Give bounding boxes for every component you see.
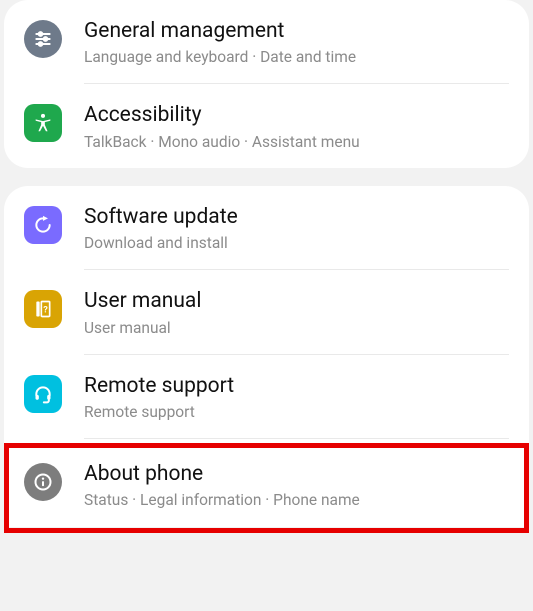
general-management-row[interactable]: General management Language and keyboard… xyxy=(4,0,529,83)
user-manual-row[interactable]: ? User manual User manual xyxy=(4,270,529,353)
remote-support-row[interactable]: Remote support Remote support xyxy=(4,355,529,438)
divider xyxy=(84,438,509,439)
settings-group-1: General management Language and keyboard… xyxy=(4,0,529,168)
settings-group-2: Software update Download and install ? U… xyxy=(4,186,529,443)
svg-text:?: ? xyxy=(43,306,48,316)
row-subtitle: TalkBack · Mono audio · Assistant menu xyxy=(84,132,509,152)
row-title: Software update xyxy=(84,204,509,231)
row-subtitle: Status · Legal information · Phone name xyxy=(84,490,509,510)
row-subtitle: Remote support xyxy=(84,402,509,422)
accessibility-icon xyxy=(24,104,62,142)
row-title: Remote support xyxy=(84,373,509,400)
info-icon xyxy=(24,463,62,501)
headset-icon xyxy=(24,375,62,413)
sliders-icon xyxy=(24,20,62,58)
row-subtitle: Language and keyboard · Date and time xyxy=(84,47,509,67)
book-help-icon: ? xyxy=(24,290,62,328)
refresh-icon xyxy=(24,206,62,244)
row-title: About phone xyxy=(84,461,509,488)
text-column: Software update Download and install xyxy=(84,204,509,253)
text-column: User manual User manual xyxy=(84,288,509,337)
software-update-row[interactable]: Software update Download and install xyxy=(4,186,529,269)
about-phone-row[interactable]: About phone Status · Legal information ·… xyxy=(4,443,529,526)
row-title: User manual xyxy=(84,288,509,315)
row-title: General management xyxy=(84,18,509,45)
text-column: Remote support Remote support xyxy=(84,373,509,422)
row-title: Accessibility xyxy=(84,102,509,129)
text-column: General management Language and keyboard… xyxy=(84,18,509,67)
text-column: Accessibility TalkBack · Mono audio · As… xyxy=(84,102,509,151)
about-phone-container: About phone Status · Legal information ·… xyxy=(4,443,529,526)
about-phone-highlight: About phone Status · Legal information ·… xyxy=(4,443,529,532)
row-subtitle: User manual xyxy=(84,318,509,338)
text-column: About phone Status · Legal information ·… xyxy=(84,461,509,510)
accessibility-row[interactable]: Accessibility TalkBack · Mono audio · As… xyxy=(4,84,529,167)
row-subtitle: Download and install xyxy=(84,233,509,253)
